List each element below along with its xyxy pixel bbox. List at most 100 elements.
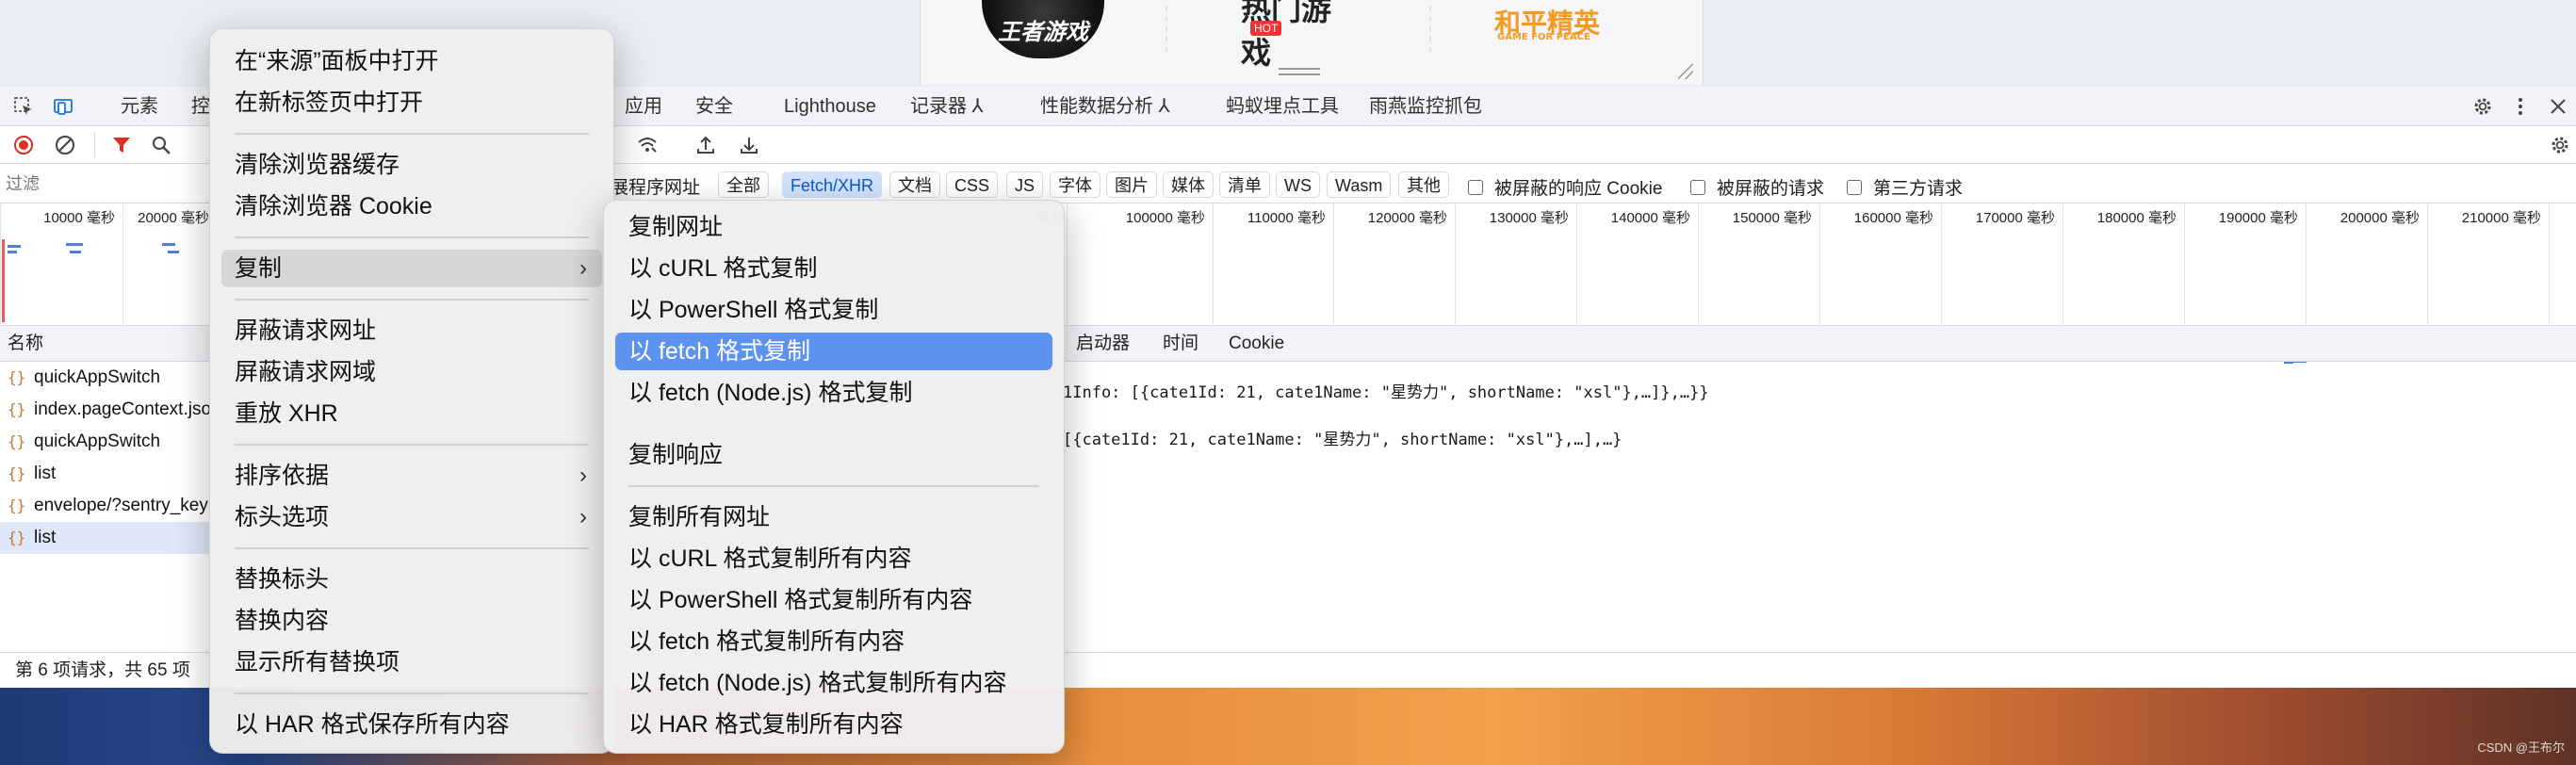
menu-clear-cache[interactable]: 清除浏览器缓存	[221, 146, 602, 184]
filter-other[interactable]: 其他	[1398, 171, 1449, 198]
submenu-copy-all-as-curl[interactable]: 以 cURL 格式复制所有内容	[615, 540, 1052, 578]
tick-label: 100000 毫秒	[1125, 210, 1205, 226]
import-har-icon[interactable]	[695, 135, 716, 155]
close-icon[interactable]	[2548, 96, 2568, 117]
submenu-copy-all-as-har[interactable]: 以 HAR 格式复制所有内容	[615, 706, 1052, 743]
tab-lighthouse[interactable]: Lighthouse	[784, 87, 876, 126]
tab-application[interactable]: 应用	[625, 87, 662, 126]
filter-css[interactable]: CSS	[946, 171, 999, 198]
tab-recorder[interactable]: 记录器 ⅄	[910, 87, 984, 126]
list-item[interactable]: {} list	[0, 458, 213, 490]
search-icon[interactable]	[151, 135, 171, 155]
menu-block-request-url[interactable]: 屏蔽请求网址	[221, 312, 602, 350]
blocked-response-cookies-checkbox[interactable]: 被屏蔽的响应 Cookie	[1468, 174, 1662, 200]
submenu-copy-as-curl[interactable]: 以 cURL 格式复制	[615, 250, 1052, 287]
tab-timing[interactable]: 时间	[1163, 326, 1198, 362]
menu-open-in-new-tab[interactable]: 在新标签页中打开	[221, 84, 602, 122]
divider	[235, 133, 589, 135]
submenu-copy-all-as-fetch-node[interactable]: 以 fetch (Node.js) 格式复制所有内容	[615, 664, 1052, 702]
timeline-tick	[2549, 203, 2576, 326]
tick-label: 200000 毫秒	[2340, 210, 2420, 226]
filter-font[interactable]: 字体	[1050, 171, 1101, 198]
record-icon[interactable]	[13, 135, 34, 155]
list-item[interactable]: {} quickAppSwitch	[0, 426, 213, 458]
game-logo-1[interactable]: 王者游戏	[982, 0, 1104, 58]
filter-img[interactable]: 图片	[1106, 171, 1157, 198]
filter-input[interactable]	[6, 171, 204, 196]
tick-label: 140000 毫秒	[1610, 210, 1690, 226]
menu-clear-cookies[interactable]: 清除浏览器 Cookie	[221, 187, 602, 225]
menu-block-request-domain[interactable]: 屏蔽请求网域	[221, 353, 602, 391]
gear-icon[interactable]	[2472, 96, 2493, 117]
tab-swallow-capture[interactable]: 雨燕监控抓包	[1369, 87, 1482, 126]
divider	[235, 299, 589, 301]
tab-initiator[interactable]: 启动器	[1076, 326, 1130, 362]
submenu-copy-all-urls[interactable]: 复制所有网址	[615, 498, 1052, 536]
network-settings-icon[interactable]	[2550, 135, 2570, 155]
hide-extension-urls-label[interactable]: 展程序网址	[611, 173, 700, 199]
list-item[interactable]: {} index.pageContext.json	[0, 394, 213, 426]
menu-copy[interactable]: 复制 ›	[221, 250, 602, 287]
submenu-copy-as-powershell[interactable]: 以 PowerShell 格式复制	[615, 291, 1052, 329]
device-toolbar-icon[interactable]	[53, 96, 73, 117]
clear-icon[interactable]	[55, 135, 75, 155]
submenu-copy-as-fetch[interactable]: 以 fetch 格式复制	[615, 333, 1052, 370]
tab-cookies[interactable]: Cookie	[1229, 326, 1284, 362]
filter-doc[interactable]: 文档	[889, 171, 940, 198]
network-conditions-icon[interactable]	[637, 135, 658, 155]
timeline-tick: 150000 毫秒	[1698, 203, 1819, 326]
timeline-tick: 200000 毫秒	[2306, 203, 2427, 326]
menu-replay-xhr[interactable]: 重放 XHR	[221, 395, 602, 432]
menu-copy-label: 复制	[235, 255, 283, 282]
menu-override-content[interactable]: 替换内容	[221, 602, 602, 640]
checkbox-box	[1468, 179, 1483, 195]
game-logo-3[interactable]: 和平精英 GAME FOR PEACE	[1476, 0, 1618, 51]
menu-sort-by[interactable]: 排序依据 ›	[221, 457, 602, 495]
filter-icon[interactable]	[111, 135, 132, 155]
submenu-copy-response[interactable]: 复制响应	[615, 436, 1052, 474]
timeline-tick: 170000 毫秒	[1941, 203, 2062, 326]
menu-open-in-sources[interactable]: 在“来源”面板中打开	[221, 42, 602, 80]
filter-all[interactable]: 全部	[718, 171, 769, 198]
resize-handle[interactable]	[1678, 64, 1693, 79]
export-har-icon[interactable]	[739, 135, 759, 155]
third-party-requests-checkbox[interactable]: 第三方请求	[1847, 174, 1963, 200]
menu-override-headers[interactable]: 替换标头	[221, 561, 602, 598]
tab-ant-tracking[interactable]: 蚂蚁埋点工具	[1226, 87, 1339, 126]
list-item[interactable]: {} envelope/?sentry_key	[0, 490, 213, 522]
tab-performance-insights[interactable]: 性能数据分析 ⅄	[1040, 87, 1170, 126]
filter-wasm[interactable]: Wasm	[1327, 171, 1392, 198]
submenu-copy-as-fetch-node[interactable]: 以 fetch (Node.js) 格式复制	[615, 374, 1052, 412]
filter-media[interactable]: 媒体	[1163, 171, 1214, 198]
column-name[interactable]: 名称	[8, 326, 43, 362]
filter-js[interactable]: JS	[1006, 171, 1044, 198]
more-options-icon[interactable]	[2510, 96, 2531, 117]
submenu-copy-all-as-fetch[interactable]: 以 fetch 格式复制所有内容	[615, 623, 1052, 660]
tick-label: 190000 毫秒	[2218, 210, 2298, 226]
tick-label: 110000 毫秒	[1247, 210, 1326, 226]
hot-badge: HOT	[1250, 21, 1282, 36]
menu-save-all-as-har[interactable]: 以 HAR 格式保存所有内容	[221, 706, 602, 743]
divider	[94, 132, 95, 158]
timeline-tick: 180000 毫秒	[2062, 203, 2184, 326]
filter-ws[interactable]: WS	[1276, 171, 1320, 198]
timeline-bar	[66, 243, 83, 246]
submenu-copy-url[interactable]: 复制网址	[615, 208, 1052, 246]
request-name: index.pageContext.json	[34, 399, 213, 419]
menu-show-all-overrides[interactable]: 显示所有替换项	[221, 643, 602, 681]
page-banner: 王者游戏 热门游戏 HOT 和平精英 GAME FOR PEACE	[920, 0, 1704, 85]
request-name: list	[34, 464, 57, 483]
inspect-icon[interactable]	[13, 96, 34, 117]
tab-security[interactable]: 安全	[695, 87, 733, 126]
submenu-copy-all-as-powershell[interactable]: 以 PowerShell 格式复制所有内容	[615, 581, 1052, 619]
tab-console[interactable]: 控	[191, 87, 210, 126]
filter-fetch-xhr[interactable]: Fetch/XHR	[782, 171, 883, 198]
list-item[interactable]: {} list	[0, 522, 213, 554]
menu-header-options[interactable]: 标头选项 ›	[221, 498, 602, 536]
list-item[interactable]: {} quickAppSwitch	[0, 362, 213, 394]
divider	[235, 236, 589, 238]
tab-elements[interactable]: 元素	[121, 87, 158, 126]
filter-manifest[interactable]: 清单	[1219, 171, 1270, 198]
drag-grip[interactable]	[1279, 68, 1320, 75]
blocked-requests-checkbox[interactable]: 被屏蔽的请求	[1690, 174, 1824, 200]
